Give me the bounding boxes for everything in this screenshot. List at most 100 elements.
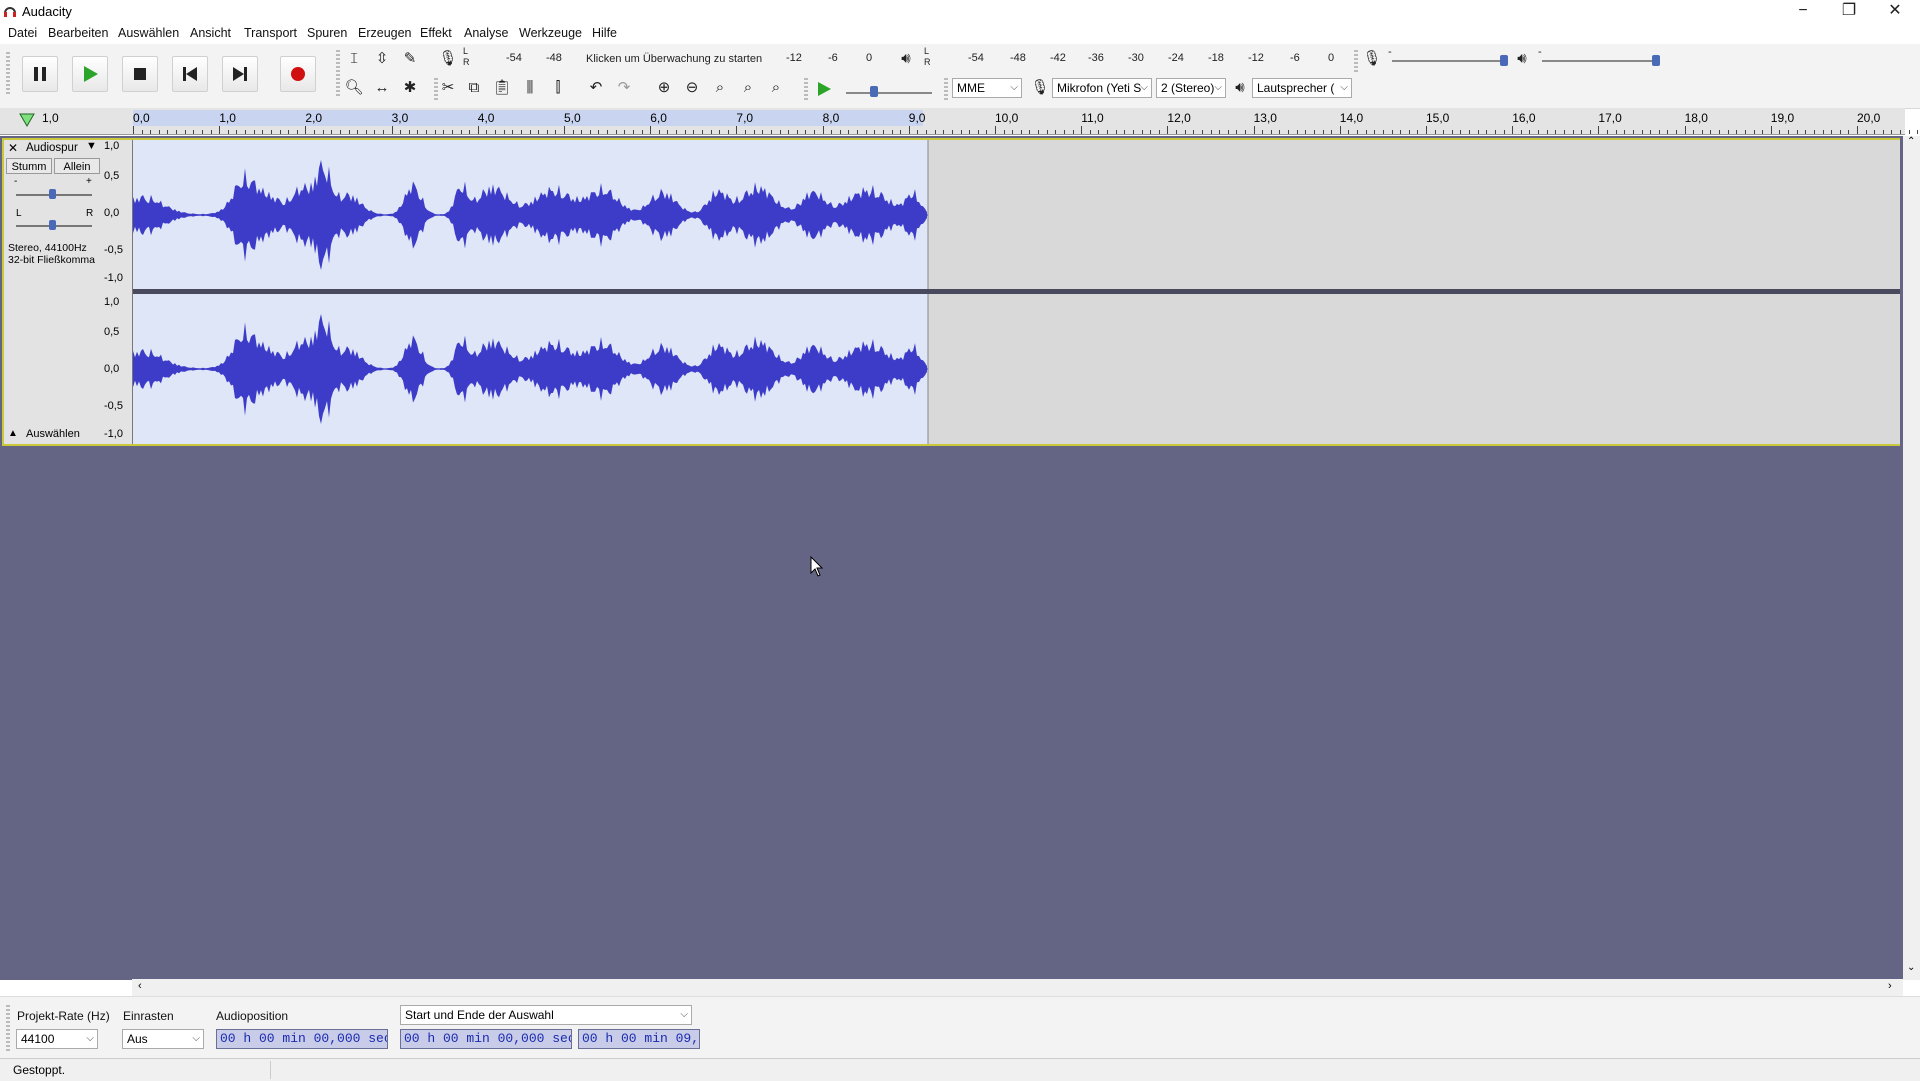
play-speed-thumb[interactable] (870, 86, 878, 97)
ruler-minor-tick (1029, 130, 1031, 134)
menu-hilfe[interactable]: Hilfe (592, 26, 617, 40)
track-name-menu[interactable]: Audiospur (26, 142, 78, 154)
audio-position-field[interactable]: 00 h 00 min 00,000 sec (216, 1029, 388, 1049)
silence-icon[interactable]: ⫿ (546, 77, 570, 99)
ruler-minor-tick (1408, 130, 1410, 134)
menu-erzeugen[interactable]: Erzeugen (358, 26, 412, 40)
mute-button[interactable]: Stumm (6, 158, 52, 174)
envelope-tool-icon[interactable]: ⇳ (370, 48, 394, 70)
fit-selection-icon[interactable]: ⌕ (708, 77, 732, 99)
minimize-button[interactable]: − (1780, 0, 1826, 24)
ruler-tick-label: 6,0 (650, 111, 667, 125)
multi-tool-icon[interactable]: ✱ (398, 77, 422, 99)
menu-auswaehlen[interactable]: Auswählen (118, 26, 179, 40)
selection-end-field[interactable]: 00 h 00 min 09,23 (578, 1029, 700, 1049)
menu-analyse[interactable]: Analyse (464, 26, 508, 40)
record-button[interactable] (280, 56, 316, 92)
input-volume-slider[interactable] (1392, 60, 1508, 62)
solo-button[interactable]: Allein (54, 158, 100, 174)
toolbar-grip[interactable] (944, 78, 948, 100)
snap-dropdown[interactable]: Aus ⌵ (122, 1029, 204, 1049)
restore-button[interactable]: ❐ (1826, 0, 1872, 24)
collapse-track-icon[interactable]: ▲ (8, 428, 18, 439)
menu-ansicht[interactable]: Ansicht (190, 26, 231, 40)
toolbar-grip[interactable] (6, 1005, 10, 1051)
ruler-minor-tick (1382, 130, 1384, 134)
waveform-display[interactable] (133, 140, 1900, 444)
toolbar-grip[interactable] (336, 50, 340, 98)
zoom-toggle-icon[interactable]: ⌕ (764, 77, 788, 99)
ruler-major-tick (736, 126, 738, 134)
recording-device-dropdown[interactable]: Mikrofon (Yeti S ⌵ (1052, 78, 1152, 98)
menu-transport[interactable]: Transport (244, 26, 297, 40)
undo-icon[interactable]: ↶ (584, 77, 608, 99)
ruler-tick-label: 7,0 (736, 111, 754, 125)
menu-spuren[interactable]: Spuren (307, 26, 347, 40)
zoom-in-icon[interactable]: ⊕ (652, 77, 676, 99)
redo-icon[interactable]: ↷ (612, 77, 636, 99)
gain-slider-thumb[interactable] (49, 189, 56, 199)
project-rate-dropdown[interactable]: 44100 ⌵ (16, 1029, 98, 1049)
toolbar-grip[interactable] (1354, 50, 1358, 72)
play-button[interactable] (72, 56, 108, 92)
track-select-button[interactable]: Auswählen (26, 428, 80, 440)
vertical-scrollbar[interactable]: ⌃ ⌄ (1903, 136, 1920, 980)
menu-effekt[interactable]: Effekt (420, 26, 452, 40)
pause-button[interactable] (22, 56, 58, 92)
scale-label: -1,0 (104, 272, 123, 284)
selection-mode-dropdown[interactable]: Start und Ende der Auswahl ⌵ (400, 1005, 692, 1025)
ruler-tick-label: 12,0 (1167, 111, 1191, 125)
close-window-button[interactable]: ✕ (1872, 0, 1918, 24)
playback-device-dropdown[interactable]: Lautsprecher (⌵ (1252, 78, 1352, 98)
skip-to-end-button[interactable] (222, 56, 258, 92)
timeshift-tool-icon[interactable]: ↔ (370, 77, 394, 99)
paste-icon[interactable]: 📋︎ (490, 77, 514, 99)
ruler-minor-tick (1003, 130, 1005, 134)
menu-werkzeuge[interactable]: Werkzeuge (519, 26, 582, 40)
output-volume-thumb[interactable] (1652, 55, 1660, 66)
audio-host-dropdown[interactable]: MME ⌵ (952, 78, 1022, 98)
track-close-icon[interactable]: ✕ (8, 141, 18, 155)
scroll-up-icon[interactable]: ⌃ (1907, 136, 1915, 147)
skip-to-start-button[interactable] (172, 56, 208, 92)
channels-dropdown[interactable]: 2 (Stereo) ⌵ (1156, 78, 1226, 98)
scroll-left-icon[interactable]: ‹ (138, 980, 142, 992)
chevron-down-icon: ⌵ (1214, 82, 1222, 93)
ruler-minor-tick (1831, 130, 1833, 134)
monitor-hint[interactable]: Klicken um Überwachung zu starten (586, 53, 762, 65)
ruler-minor-tick (538, 130, 540, 134)
play-at-speed-icon[interactable] (814, 80, 834, 98)
zoom-tool-icon[interactable]: 🔍︎ (342, 77, 366, 99)
draw-tool-icon[interactable]: ✎ (398, 48, 422, 70)
fit-project-icon[interactable]: ⌕ (736, 77, 760, 99)
play-speed-slider[interactable] (846, 92, 932, 94)
ruler-minor-tick (796, 130, 798, 134)
toolbar-grip[interactable] (804, 78, 808, 100)
scale-label: 0,0 (104, 207, 120, 219)
ruler-minor-tick (1227, 130, 1229, 134)
ruler-major-tick (1770, 126, 1772, 134)
copy-icon[interactable]: ⧉ (462, 77, 486, 99)
selection-start-field[interactable]: 00 h 00 min 00,000 sec (400, 1029, 572, 1049)
scroll-down-icon[interactable]: ⌄ (1907, 962, 1915, 973)
microphone-meter-icon[interactable]: 🎙︎ (436, 48, 460, 70)
pan-slider-thumb[interactable] (49, 220, 56, 230)
track-menu-chevron-icon[interactable]: ▼ (86, 140, 97, 152)
menu-bearbeiten[interactable]: Bearbeiten (48, 26, 108, 40)
menu-datei[interactable]: Datei (8, 26, 37, 40)
horizontal-scrollbar[interactable]: ‹ › (132, 979, 1903, 996)
chevron-down-icon: ⌵ (86, 1033, 94, 1044)
zoom-out-icon[interactable]: ⊖ (680, 77, 704, 99)
output-volume-slider[interactable] (1542, 60, 1658, 62)
trim-icon[interactable]: ⫼ (518, 77, 542, 99)
ruler-minor-tick (745, 130, 747, 134)
scroll-right-icon[interactable]: › (1888, 980, 1892, 992)
amplitude-scale[interactable]: 1,0 0,5 0,0 -0,5 -1,0 1,0 0,5 0,0 -0,5 -… (100, 140, 133, 444)
stop-button[interactable] (122, 56, 158, 92)
timeline-options-icon[interactable] (18, 112, 36, 128)
toolbar-grip[interactable] (6, 52, 10, 96)
input-volume-thumb[interactable] (1500, 55, 1508, 66)
selection-tool-icon[interactable]: 𝙸 (342, 48, 366, 70)
speaker-meter-icon[interactable]: 🔊︎ (894, 48, 918, 70)
cut-icon[interactable]: ✂ (436, 77, 460, 99)
